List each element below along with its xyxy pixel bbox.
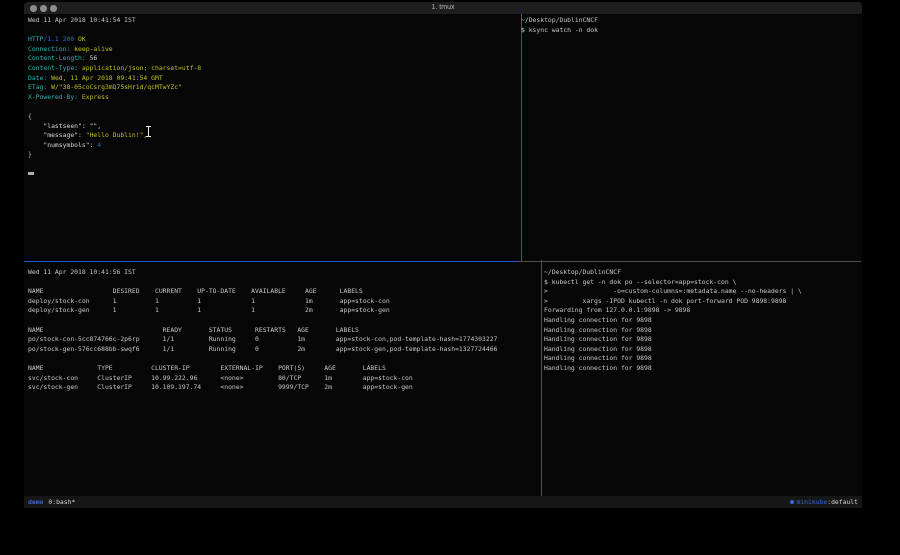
pane-kubectl-get[interactable]: Wed 11 Apr 2018 10:41:56 IST NAME DESIRE… (24, 260, 542, 504)
pane-port-forward[interactable]: ~/Desktop/DublinCNCF $ kubectl get -n do… (538, 260, 868, 504)
kube-namespace: :default (827, 498, 858, 506)
table-row: svc/stock-gen ClusterIP 10.109.197.74 <n… (28, 383, 541, 393)
table-row: po/stock-con-5cc874766c-2p6rp 1/1 Runnin… (28, 335, 541, 345)
cursor-line (28, 170, 521, 180)
table-row: deploy/stock-con 1 1 1 1 1m app=stock-co… (28, 297, 541, 307)
blank-line (28, 354, 541, 364)
command-line: $ kubectl get -n dok po --selector=app=s… (544, 278, 868, 288)
close-button[interactable] (30, 5, 37, 12)
json-brace-close: } (28, 150, 521, 160)
desktop-background: 1. tmux Wed 11 Apr 2018 10:41:54 IST HTT… (0, 0, 900, 555)
status-right: minikube:default (790, 496, 858, 508)
timestamp-line: Wed 11 Apr 2018 10:41:56 IST (28, 268, 541, 278)
http-header-line: ETag: W/"38-05coCsrg3mQ75sHr1d/qcMTwYZc" (28, 83, 521, 93)
command-continuation: > -o=custom-columns=:metadata.name --no-… (544, 287, 868, 297)
command-continuation: > xargs -IPOD kubectl -n dok port-forwar… (544, 297, 868, 307)
traffic-lights (30, 5, 57, 12)
terminal-cursor (28, 172, 34, 175)
output-line: Handling connection for 9898 (544, 316, 868, 326)
table-row: deploy/stock-gen 1 1 1 1 2m app=stock-ge… (28, 306, 541, 316)
deployments-header: NAME DESIRED CURRENT UP-TO-DATE AVAILABL… (28, 287, 541, 297)
services-header: NAME TYPE CLUSTER-IP EXTERNAL-IP PORT(S)… (28, 364, 541, 374)
blank-line (28, 26, 521, 36)
window-titlebar[interactable]: 1. tmux (24, 2, 862, 14)
terminal-window: 1. tmux Wed 11 Apr 2018 10:41:54 IST HTT… (24, 2, 862, 508)
blank-line (28, 316, 541, 326)
mouse-cursor-ibeam (146, 126, 151, 137)
http-header-line: X-Powered-By: Express (28, 93, 521, 103)
http-header-line: Content-Length: 56 (28, 54, 521, 64)
cwd-line: ~/Desktop/DublinCNCF (521, 16, 861, 26)
json-line-message: "message": "Hello Dublin!", (28, 131, 521, 141)
pane-ksync[interactable]: ~/Desktop/DublinCNCF $ ksync watch -n do… (518, 14, 861, 262)
http-status-line: HTTP/1.1 200 OK (28, 35, 521, 45)
session-name: demo (28, 498, 43, 506)
pane-http-response[interactable]: Wed 11 Apr 2018 10:41:54 IST HTTP/1.1 20… (24, 14, 522, 262)
http-header-line: Content-Type: application/json; charset=… (28, 64, 521, 74)
zoom-button[interactable] (50, 5, 57, 12)
status-left: demo 0:bash* (28, 496, 75, 508)
blank-line (28, 102, 521, 112)
http-protocol: HTTP (28, 35, 43, 43)
kube-context: minikube (796, 498, 827, 506)
blank-line (28, 278, 541, 288)
table-row: svc/stock-con ClusterIP 10.99.222.96 <no… (28, 374, 541, 384)
http-header-line: Connection: keep-alive (28, 45, 521, 55)
kubernetes-icon (790, 500, 795, 505)
output-line: Handling connection for 9898 (544, 364, 868, 374)
json-line-lastseen: "lastseen": "", (28, 122, 521, 132)
http-header-line: Date: Wed, 11 Apr 2018 09:41:54 GMT (28, 74, 521, 84)
table-row: po/stock-gen-576cc688bb-swqf6 1/1 Runnin… (28, 345, 541, 355)
pods-header: NAME READY STATUS RESTARTS AGE LABELS (28, 326, 541, 336)
cwd-line: ~/Desktop/DublinCNCF (544, 268, 868, 278)
http-reason: OK (74, 35, 86, 43)
command-line: $ ksync watch -n dok (521, 26, 861, 36)
json-line-numsymbols: "numsymbols": 4 (28, 141, 521, 151)
output-line: Forwarding from 127.0.0.1:9898 -> 9898 (544, 306, 868, 316)
window-title: 1. tmux (24, 2, 862, 14)
minimize-button[interactable] (40, 5, 47, 12)
http-version-code: /1.1 200 (43, 35, 74, 43)
output-line: Handling connection for 9898 (544, 354, 868, 364)
output-line: Handling connection for 9898 (544, 335, 868, 345)
json-brace-open: { (28, 112, 521, 122)
output-line: Handling connection for 9898 (544, 345, 868, 355)
timestamp-line: Wed 11 Apr 2018 10:41:54 IST (28, 16, 521, 26)
output-line: Handling connection for 9898 (544, 326, 868, 336)
tmux-status-bar: demo 0:bash* minikube:default (24, 496, 862, 508)
blank-line (28, 160, 521, 170)
tmux-window-tab[interactable]: 0:bash* (48, 498, 75, 506)
